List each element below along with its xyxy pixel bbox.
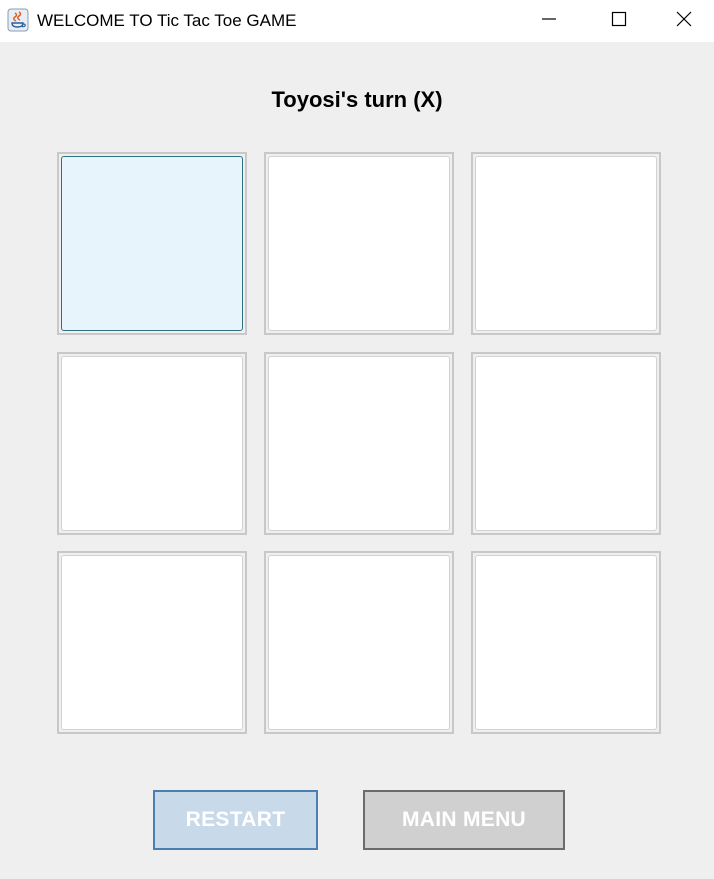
turn-label: Toyosi's turn (X) [271, 87, 443, 112]
board-cell-1-3[interactable] [471, 152, 661, 335]
board-cell-3-1[interactable] [57, 551, 247, 734]
maximize-icon [611, 11, 627, 32]
board-cell-3-2[interactable] [264, 551, 454, 734]
board-cell-3-3[interactable] [471, 551, 661, 734]
maximize-button[interactable] [584, 0, 654, 42]
board-cell-1-1[interactable] [57, 152, 247, 335]
board-cell-2-1[interactable] [57, 352, 247, 535]
close-icon [676, 11, 692, 32]
window-title: WELCOME TO Tic Tac Toe GAME [37, 11, 297, 30]
board-cell-1-2[interactable] [264, 152, 454, 335]
title-bar[interactable]: WELCOME TO Tic Tac Toe GAME [0, 0, 714, 42]
minimize-button[interactable] [514, 0, 584, 42]
board-cell-2-2[interactable] [264, 352, 454, 535]
restart-button[interactable]: RESTART [153, 790, 318, 850]
main-menu-button[interactable]: MAIN MENU [363, 790, 565, 850]
game-board [57, 152, 663, 736]
close-button[interactable] [654, 0, 714, 42]
board-cell-2-3[interactable] [471, 352, 661, 535]
minimize-icon [541, 11, 557, 32]
java-icon [7, 8, 29, 32]
